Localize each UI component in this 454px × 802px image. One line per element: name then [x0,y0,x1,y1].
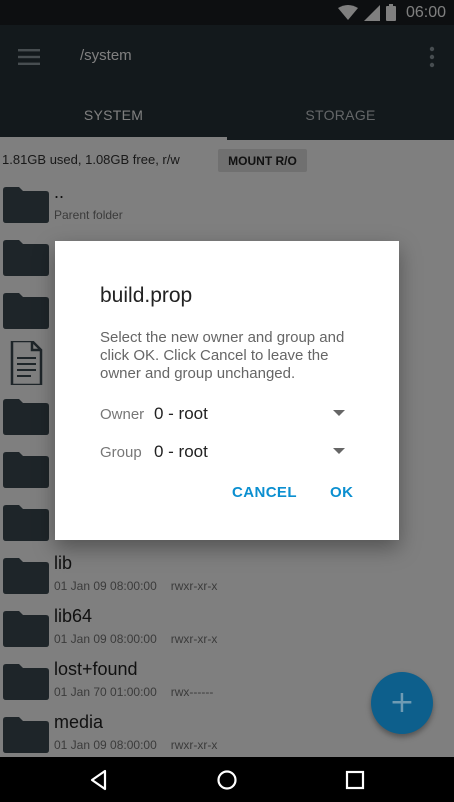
change-owner-dialog: build.prop Select the new owner and grou… [55,241,399,540]
add-fab-button[interactable]: + [371,672,433,734]
owner-value[interactable]: 0 - root [154,404,208,424]
dropdown-arrow-icon[interactable] [333,448,345,454]
dialog-message: Select the new owner and group and click… [100,329,345,382]
home-icon[interactable] [216,769,238,791]
group-spinner[interactable]: Group 0 - root [100,438,345,468]
dropdown-arrow-icon[interactable] [333,410,345,416]
group-label: Group [100,444,142,461]
plus-icon: + [389,685,415,720]
owner-spinner[interactable]: Owner 0 - root [100,400,345,430]
cancel-button[interactable]: CANCEL [232,484,297,501]
ok-button[interactable]: OK [330,484,353,501]
navigation-bar [0,757,454,802]
owner-label: Owner [100,406,145,423]
recents-icon[interactable] [344,769,366,791]
dialog-title: build.prop [100,284,193,307]
group-value[interactable]: 0 - root [154,442,208,462]
back-icon[interactable] [88,769,110,791]
